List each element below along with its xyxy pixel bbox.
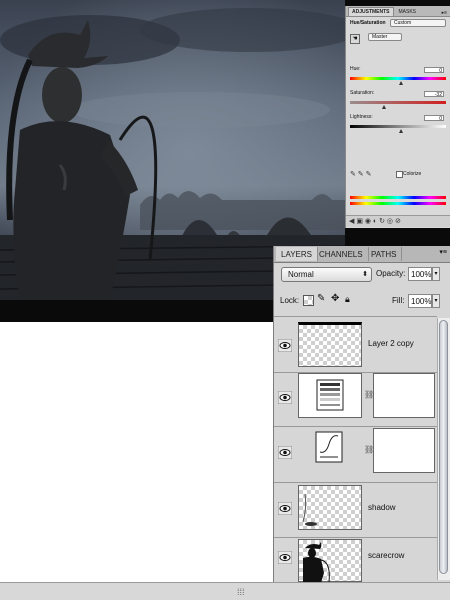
adjustment-title: Hue/Saturation xyxy=(350,20,386,26)
targeted-adjustment-icon[interactable]: ☚ xyxy=(350,34,360,44)
tab-adjustments[interactable]: ADJUSTMENTS xyxy=(348,7,394,16)
layer-mask-thumbnail[interactable] xyxy=(373,373,435,418)
blend-mode-dropdown[interactable]: Normal ⬍ xyxy=(281,267,372,282)
layers-panel: LAYERS CHANNELS PATHS ▾≡ Normal ⬍ Opacit… xyxy=(273,246,450,583)
opacity-arrow-icon[interactable]: ▾ xyxy=(432,267,440,281)
curves-icon xyxy=(315,431,343,463)
visibility-eye-icon[interactable] xyxy=(278,339,292,352)
curves-adjustment-thumbnail xyxy=(314,430,344,464)
saturation-slider[interactable] xyxy=(350,101,446,104)
eyedropper-icons[interactable]: ✎ ✎ ✎ xyxy=(350,170,372,178)
preset-dropdown[interactable]: Custom xyxy=(390,19,446,27)
colorize-label: Colorize xyxy=(403,171,422,177)
layer-thumbnail xyxy=(298,539,362,583)
layers-tabbar: LAYERS CHANNELS PATHS ▾≡ xyxy=(274,246,450,263)
opacity-input[interactable]: 100% xyxy=(408,267,432,281)
layer-row-levels-adjustment[interactable]: ⛓︎ xyxy=(274,371,437,427)
lightness-slider[interactable] xyxy=(350,125,446,128)
adjustments-panel: ADJUSTMENTS MASKS ▸≡ Hue/Saturation Cust… xyxy=(345,6,450,228)
layer-row-curves-adjustment[interactable]: ⛓︎ xyxy=(274,426,437,483)
fill-label: Fill: xyxy=(392,296,405,305)
layer-name: shadow xyxy=(368,503,396,512)
levels-icon xyxy=(316,379,344,411)
visibility-eye-icon[interactable] xyxy=(278,446,292,459)
layer-row-scarecrow[interactable]: scarecrow xyxy=(274,537,437,583)
hue-range-bar-top xyxy=(350,196,446,199)
dropdown-arrow-icon: ⬍ xyxy=(362,271,368,278)
lightness-input[interactable]: 0 xyxy=(424,115,444,122)
lock-label: Lock: xyxy=(280,296,300,305)
layer-name: Layer 2 copy xyxy=(368,339,414,348)
layer-row-shadow[interactable]: shadow xyxy=(274,482,437,538)
lightness-slider-thumb[interactable] xyxy=(399,129,403,133)
panel-menu-icon[interactable]: ▸≡ xyxy=(442,10,447,16)
hue-slider-thumb[interactable] xyxy=(399,81,403,85)
layers-scrollbar[interactable] xyxy=(437,318,450,580)
opacity-label: Opacity: xyxy=(376,269,406,278)
layers-scrollbar-thumb[interactable] xyxy=(439,320,448,574)
lightness-label: Lightness: xyxy=(350,114,373,120)
tab-channels[interactable]: CHANNELS xyxy=(314,247,369,261)
hue-input[interactable]: 0 xyxy=(424,67,444,74)
saturation-slider-thumb[interactable] xyxy=(382,105,386,109)
layer-mask-thumbnail[interactable] xyxy=(373,428,435,473)
saturation-input[interactable]: -32 xyxy=(424,91,444,98)
fill-input[interactable]: 100% xyxy=(408,294,432,308)
hue-label: Hue: xyxy=(350,66,361,72)
channel-dropdown[interactable]: Master xyxy=(368,33,402,41)
shadow-thumbnail-image xyxy=(302,493,317,526)
layer-row-layer-2-copy[interactable]: Layer 2 copy xyxy=(274,316,437,373)
tab-paths[interactable]: PATHS xyxy=(366,247,403,261)
levels-adjustment-thumbnail xyxy=(298,373,362,418)
visibility-eye-icon[interactable] xyxy=(278,551,292,564)
adjustments-footer-icons[interactable]: ◀ ▣ ◉ ◐ ↻ ◎ ⊘ xyxy=(346,215,450,227)
hue-slider[interactable] xyxy=(350,77,446,80)
panel-menu-icon[interactable]: ▾≡ xyxy=(439,248,447,256)
lock-position-move-icon[interactable]: ✥ xyxy=(331,293,339,304)
saturation-label: Saturation: xyxy=(350,90,375,96)
layer-name: scarecrow xyxy=(368,551,405,560)
lock-transparency-icon[interactable] xyxy=(303,295,314,306)
fill-arrow-icon[interactable]: ▾ xyxy=(432,294,440,308)
colorize-checkbox[interactable] xyxy=(396,171,403,178)
hue-range-bar-bottom xyxy=(350,202,446,205)
resize-grip-icon[interactable]: ⁞⁞⁞ xyxy=(237,587,245,597)
scarecrow-thumbnail-image xyxy=(303,542,330,583)
status-bar: ⁞⁞⁞ xyxy=(0,582,450,600)
layer-thumbnail xyxy=(298,485,362,530)
visibility-eye-icon[interactable] xyxy=(278,502,292,515)
tab-masks[interactable]: MASKS xyxy=(396,8,420,16)
adjustments-tabbar: ADJUSTMENTS MASKS ▸≡ xyxy=(346,6,450,17)
lock-pixels-brush-icon[interactable]: ✎ xyxy=(317,293,325,304)
layer-thumbnail xyxy=(298,322,362,367)
lock-all-icon[interactable]: 🔒︎ xyxy=(345,294,350,305)
tab-layers[interactable]: LAYERS xyxy=(276,247,318,261)
visibility-eye-icon[interactable] xyxy=(278,391,292,404)
